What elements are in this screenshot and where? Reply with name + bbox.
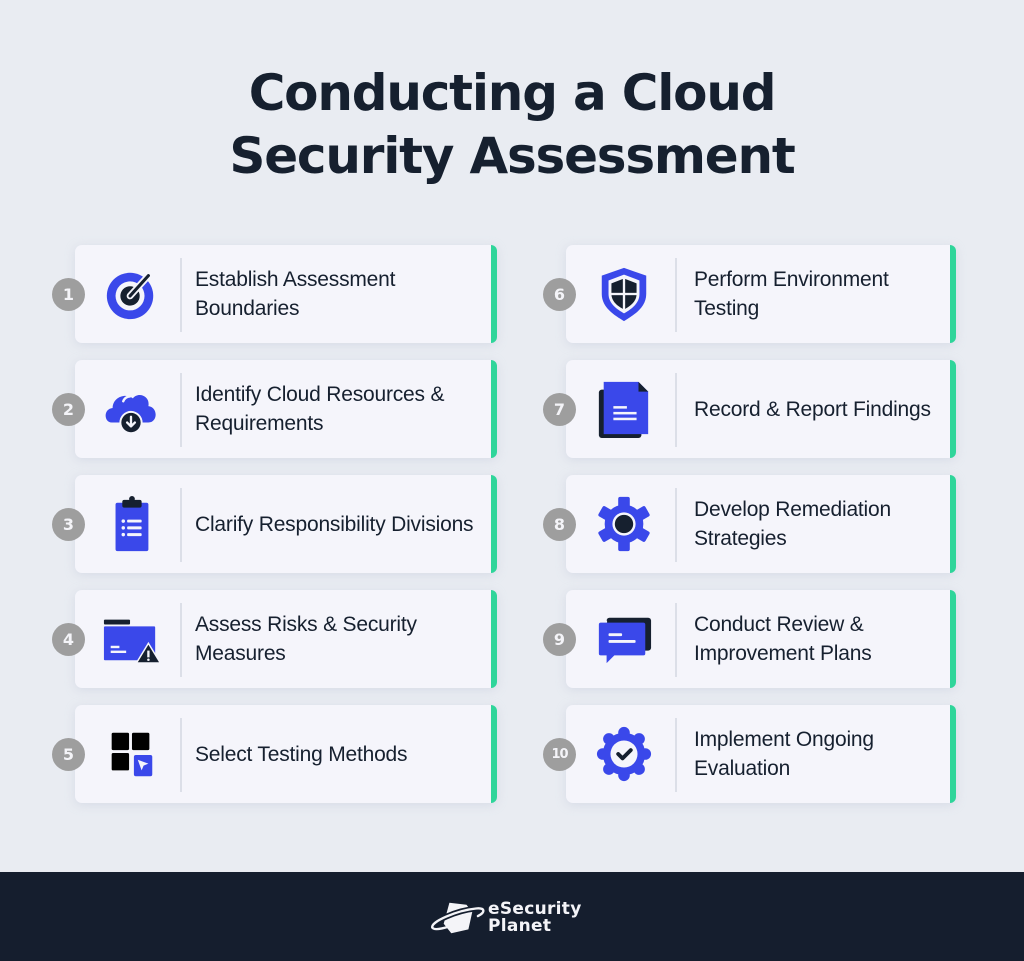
step-label: Perform Environment Testing	[694, 268, 889, 320]
step-label: Implement Ongoing Evaluation	[694, 728, 874, 780]
brand-name: eSecurity Planet	[488, 901, 582, 935]
step-label: Record & Report Findings	[694, 397, 931, 421]
title-line-1: Conducting a Cloud	[248, 64, 777, 122]
divider	[180, 258, 182, 332]
cloud-download-icon	[101, 380, 161, 438]
step-label: Select Testing Methods	[195, 742, 408, 766]
step-card-1: 1 Establish Assessment Boundaries	[52, 245, 497, 343]
divider	[675, 488, 677, 562]
step-card-7: 7 Record & Report Findings	[543, 360, 956, 458]
verified-badge-icon	[594, 725, 654, 783]
step-label: Conduct Review & Improvement Plans	[694, 613, 872, 665]
clipboard-list-icon	[101, 495, 161, 553]
divider	[675, 718, 677, 792]
page-title: Conducting a Cloud Security Assessment	[0, 62, 1024, 188]
step-card-3: 3 Clarify Responsibility Divisions	[52, 475, 497, 573]
step-label: Establish Assessment Boundaries	[195, 268, 396, 320]
brand-line-2: Planet	[488, 916, 552, 936]
divider	[675, 258, 677, 332]
step-label: Develop Remediation Strategies	[694, 498, 891, 550]
step-number-badge: 10	[543, 738, 576, 771]
step-card-10: 10 Implement Ongoing Evaluation	[543, 705, 956, 803]
steps-right-column: 6 Perform Environment Testing 7 Record &…	[543, 245, 956, 820]
step-number-badge: 2	[52, 393, 85, 426]
step-number-badge: 5	[52, 738, 85, 771]
chat-bubbles-icon	[594, 610, 654, 668]
divider	[675, 373, 677, 447]
step-number-badge: 6	[543, 278, 576, 311]
steps-left-column: 1 Establish Assessment Boundaries 2 Iden…	[52, 245, 497, 820]
step-card-2: 2 Identify Cloud Resources & Requirement…	[52, 360, 497, 458]
divider	[675, 603, 677, 677]
divider	[180, 373, 182, 447]
planet-logo-icon	[429, 902, 486, 934]
footer: eSecurity Planet	[0, 872, 1024, 961]
divider	[180, 718, 182, 792]
title-line-2: Security Assessment	[229, 127, 795, 185]
step-label: Identify Cloud Resources & Requirements	[195, 383, 445, 435]
step-number-badge: 1	[52, 278, 85, 311]
gear-icon	[594, 495, 654, 553]
divider	[180, 603, 182, 677]
brand-logo[interactable]: eSecurity Planet	[428, 899, 582, 937]
step-number-badge: 9	[543, 623, 576, 656]
step-number-badge: 8	[543, 508, 576, 541]
step-card-8: 8 Develop Remediation Strategies	[543, 475, 956, 573]
target-icon	[101, 265, 161, 323]
folder-warning-icon	[101, 610, 161, 668]
step-label: Assess Risks & Security Measures	[195, 613, 417, 665]
grid-cursor-icon	[101, 725, 161, 783]
step-card-6: 6 Perform Environment Testing	[543, 245, 956, 343]
step-number-badge: 4	[52, 623, 85, 656]
step-number-badge: 7	[543, 393, 576, 426]
documents-icon	[594, 380, 654, 438]
step-card-9: 9 Conduct Review & Improvement Plans	[543, 590, 956, 688]
divider	[180, 488, 182, 562]
step-label: Clarify Responsibility Divisions	[195, 512, 474, 536]
step-card-5: 5 Select Testing Methods	[52, 705, 497, 803]
step-card-4: 4 Assess Risks & Security Measures	[52, 590, 497, 688]
shield-icon	[594, 265, 654, 323]
step-number-badge: 3	[52, 508, 85, 541]
